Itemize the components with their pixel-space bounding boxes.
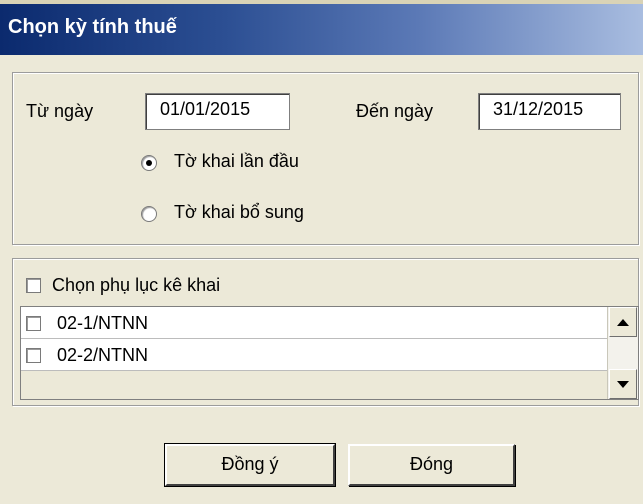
arrow-down-icon xyxy=(617,380,629,388)
appendix-list[interactable]: 02-1/NTNN 02-2/NTNN xyxy=(20,306,639,400)
dialog-title: Chọn kỳ tính thuế xyxy=(8,16,177,38)
radio-first-declaration[interactable] xyxy=(141,155,157,171)
radio-first-declaration-label[interactable]: Tờ khai lần đầu xyxy=(174,151,299,172)
arrow-up-icon xyxy=(617,318,629,326)
select-appendix-checkbox[interactable] xyxy=(26,278,41,293)
appendix-item-label: 02-2/NTNN xyxy=(57,345,149,365)
select-appendix-label[interactable]: Chọn phụ lục kê khai xyxy=(52,275,220,296)
to-date-label: Đến ngày xyxy=(356,101,434,121)
from-date-label: Từ ngày xyxy=(26,101,94,121)
scroll-up-button[interactable] xyxy=(609,307,637,337)
list-scrollbar[interactable] xyxy=(607,307,638,399)
dialog-title-bar: Chọn kỳ tính thuế xyxy=(0,0,643,55)
close-button[interactable]: Đóng xyxy=(348,444,515,486)
radio-supplementary-declaration-label[interactable]: Tờ khai bổ sung xyxy=(174,202,304,223)
radio-selected-dot xyxy=(146,160,152,166)
radio-supplementary-declaration[interactable] xyxy=(141,206,157,222)
scroll-down-button[interactable] xyxy=(609,369,637,399)
list-item[interactable]: 02-2/NTNN xyxy=(21,339,608,371)
to-date-input[interactable]: 31/12/2015 xyxy=(478,93,621,130)
list-item[interactable]: 02-1/NTNN xyxy=(21,307,608,339)
appendix-item-checkbox[interactable] xyxy=(26,316,41,331)
appendix-item-checkbox[interactable] xyxy=(26,348,41,363)
appendix-item-label: 02-1/NTNN xyxy=(57,313,149,333)
from-date-input[interactable]: 01/01/2015 xyxy=(145,93,290,130)
ok-button[interactable]: Đồng ý xyxy=(164,443,336,487)
